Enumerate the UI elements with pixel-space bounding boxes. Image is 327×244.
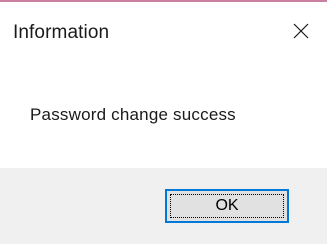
ok-button-label: OK — [215, 197, 239, 214]
ok-button[interactable]: OK — [165, 189, 289, 223]
information-dialog: Information Password change success OK — [0, 0, 327, 244]
dialog-titlebar: Information — [0, 2, 327, 60]
close-button[interactable] — [275, 2, 327, 60]
dialog-footer: OK — [0, 168, 327, 244]
close-icon — [293, 23, 309, 39]
dialog-message: Password change success — [30, 105, 236, 124]
dialog-content: Password change success — [0, 60, 327, 168]
dialog-title: Information — [13, 22, 110, 43]
